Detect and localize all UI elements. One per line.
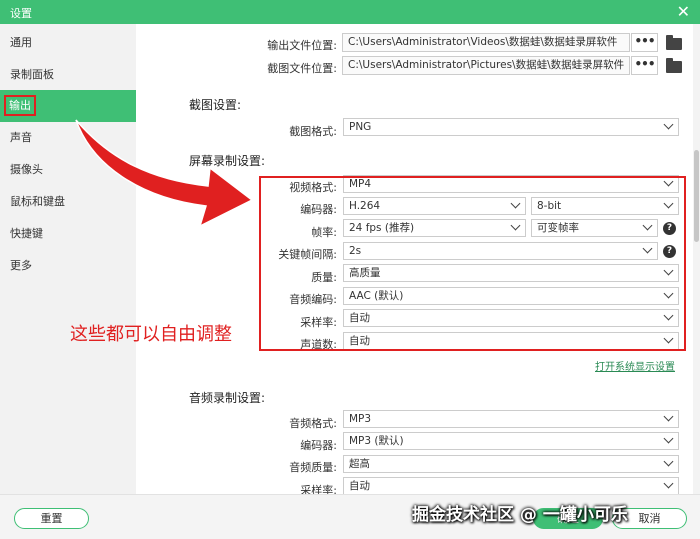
sidebar-item-label: 快捷键 [10,227,43,240]
sidebar-item-label: 摄像头 [10,163,43,176]
video-path-label: 输出文件位置: [267,39,337,52]
screen-section-title: 屏幕录制设置: [189,154,266,168]
audio-encoder-select[interactable]: MP3 (默认) [343,432,679,450]
screenshot-format-label: 截图格式: [289,125,337,138]
sidebar-item-label: 输出 [4,95,36,116]
sidebar-item-general[interactable]: 通用 [0,27,136,59]
sidebar-item-label: 声音 [10,131,32,144]
shot-path-field[interactable]: C:\Users\Administrator\Pictures\数据蛙\数据蛙录… [342,56,630,75]
sidebar-item-label: 通用 [10,36,32,49]
sidebar-item-record-panel[interactable]: 录制面板 [0,59,136,91]
audio-section-title: 音频录制设置: [189,391,266,405]
annotation-caption: 这些都可以自由调整 [70,324,232,345]
chevron-down-icon [663,433,674,444]
sidebar-item-label: 录制面板 [10,68,54,81]
screenshot-format-value: PNG [349,121,372,133]
shot-folder-icon[interactable] [666,58,682,73]
sidebar-item-hotkeys[interactable]: 快捷键 [0,218,136,250]
sidebar: 通用 录制面板 输出 声音 摄像头 鼠标和键盘 快捷键 更多 [0,24,136,494]
video-folder-icon[interactable] [666,35,682,50]
scrollbar-thumb[interactable] [694,150,699,242]
sidebar-item-output[interactable]: 输出 [0,90,136,122]
sidebar-item-mouse-keyboard[interactable]: 鼠标和键盘 [0,186,136,218]
shot-path-label: 截图文件位置: [267,62,337,75]
chevron-down-icon [663,119,674,130]
audio-quality-value: 超高 [349,458,370,470]
sidebar-item-more[interactable]: 更多 [0,250,136,282]
sidebar-item-sound[interactable]: 声音 [0,122,136,154]
chevron-down-icon [663,478,674,489]
sidebar-item-label: 更多 [10,259,32,272]
audio-format-value: MP3 [349,413,372,425]
audio-format-select[interactable]: MP3 [343,410,679,428]
video-path-field[interactable]: C:\Users\Administrator\Videos\数据蛙\数据蛙录屏软… [342,33,630,52]
reset-button[interactable]: 重置 [14,508,89,529]
title-bar: 设置 ✕ [0,0,700,24]
audio-encoder-value: MP3 (默认) [349,435,404,447]
chevron-down-icon [663,456,674,467]
audio-format-label: 音频格式: [289,417,337,430]
video-path-browse-button[interactable]: ••• [631,33,658,52]
audio-quality-label: 音频质量: [289,461,337,474]
audio-quality-select[interactable]: 超高 [343,455,679,473]
sidebar-item-label: 鼠标和键盘 [10,195,65,208]
close-icon[interactable]: ✕ [677,2,690,21]
sidebar-item-camera[interactable]: 摄像头 [0,154,136,186]
screenshot-format-select[interactable]: PNG [343,118,679,136]
audio-encoder-label: 编码器: [300,439,337,452]
display-settings-link[interactable]: 打开系统显示设置 [595,358,675,373]
screenshot-section-title: 截图设置: [189,98,242,112]
window-title: 设置 [10,7,32,20]
scrollbar[interactable] [693,24,700,494]
watermark: 掘金技术社区 @ 一罐小可乐 [412,505,628,525]
highlight-box [259,176,686,351]
shot-path-browse-button[interactable]: ••• [631,56,658,75]
audio-samplerate-select[interactable]: 自动 [343,477,679,495]
audio-samplerate-value: 自动 [349,480,370,492]
chevron-down-icon [663,411,674,422]
